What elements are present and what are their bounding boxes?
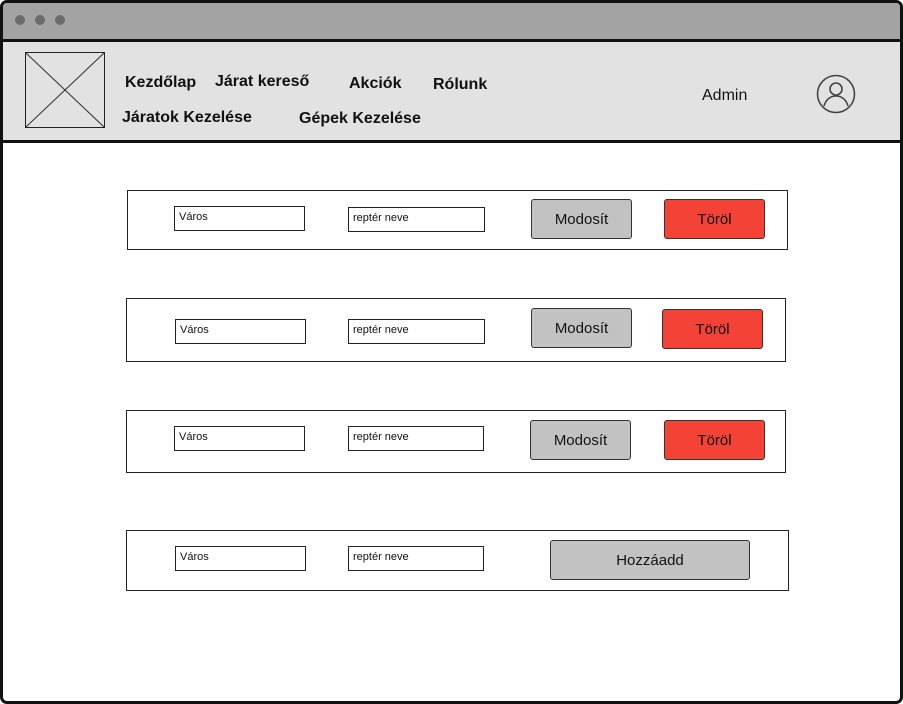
browser-window: Kezdőlap Járat kereső Akciók Rólunk Jára… bbox=[0, 0, 903, 704]
airport-row: Város reptér neve Modosít Töröl bbox=[126, 410, 786, 473]
delete-button[interactable]: Töröl bbox=[662, 309, 763, 349]
edit-button[interactable]: Modosít bbox=[531, 308, 632, 348]
airport-name-input[interactable]: reptér neve bbox=[348, 207, 485, 232]
edit-button[interactable]: Modosít bbox=[531, 199, 632, 239]
user-name-label: Admin bbox=[702, 87, 748, 104]
city-input[interactable]: Város bbox=[174, 206, 305, 231]
nav-home[interactable]: Kezdőlap bbox=[125, 74, 196, 92]
nav-manage-planes[interactable]: Gépek Kezelése bbox=[299, 110, 421, 128]
window-dot-icon[interactable] bbox=[35, 15, 45, 25]
nav-manage-flights[interactable]: Járatok Kezelése bbox=[122, 109, 252, 127]
user-avatar-icon[interactable] bbox=[815, 73, 857, 120]
airport-row: Város reptér neve Modosít Töröl bbox=[127, 190, 788, 250]
city-input[interactable]: Város bbox=[175, 319, 306, 344]
add-button[interactable]: Hozzáadd bbox=[550, 540, 750, 580]
edit-button[interactable]: Modosít bbox=[530, 420, 631, 460]
window-dot-icon[interactable] bbox=[55, 15, 65, 25]
nav-about[interactable]: Rólunk bbox=[433, 76, 487, 94]
nav-deals[interactable]: Akciók bbox=[349, 75, 401, 93]
city-input[interactable]: Város bbox=[175, 546, 306, 571]
nav-flight-search[interactable]: Járat kereső bbox=[215, 73, 309, 91]
delete-button[interactable]: Töröl bbox=[664, 199, 765, 239]
delete-button[interactable]: Töröl bbox=[664, 420, 765, 460]
window-dot-icon[interactable] bbox=[15, 15, 25, 25]
airport-name-input[interactable]: reptér neve bbox=[348, 319, 485, 344]
airport-name-input[interactable]: reptér neve bbox=[348, 546, 484, 571]
airport-name-input[interactable]: reptér neve bbox=[348, 426, 484, 451]
airport-row: Város reptér neve Modosít Töröl bbox=[126, 298, 786, 362]
city-input[interactable]: Város bbox=[174, 426, 305, 451]
add-airport-row: Város reptér neve Hozzáadd bbox=[126, 530, 789, 591]
title-bar bbox=[3, 3, 900, 42]
site-header: Kezdőlap Járat kereső Akciók Rólunk Jára… bbox=[3, 42, 900, 143]
logo-placeholder-icon[interactable] bbox=[25, 52, 105, 128]
